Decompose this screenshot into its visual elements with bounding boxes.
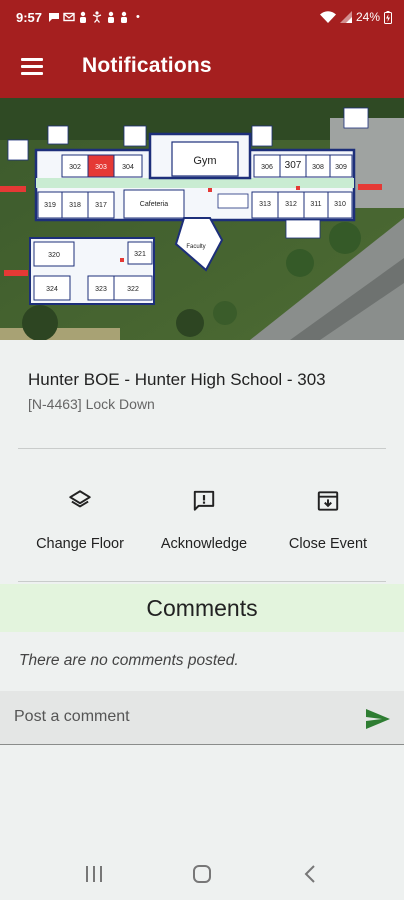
room-label: 310 — [334, 201, 346, 208]
announcement-icon — [193, 490, 215, 511]
page-title: Notifications — [82, 54, 212, 77]
send-icon[interactable] — [364, 707, 392, 731]
accessibility-icon — [92, 11, 102, 23]
cafeteria-label: Cafeteria — [140, 201, 169, 208]
person-icon — [80, 11, 87, 23]
room-label: 313 — [259, 201, 271, 208]
room-label: 306 — [261, 164, 273, 171]
room-label: 319 — [44, 202, 56, 209]
room-label: 302 — [69, 164, 81, 171]
room-label: 307 — [285, 160, 302, 171]
home-button[interactable] — [182, 854, 222, 894]
recent-apps-button[interactable] — [74, 854, 114, 894]
comments-header: Comments — [0, 584, 404, 632]
room-label: 312 — [285, 201, 297, 208]
battery-percent: 24% — [355, 10, 380, 24]
room-label: 321 — [134, 251, 146, 258]
room-label: 322 — [127, 286, 139, 293]
room-label: 304 — [122, 164, 134, 171]
room-label: 303 — [95, 164, 107, 171]
person-icon — [108, 11, 115, 23]
hamburger-icon — [21, 58, 43, 75]
more-notifications-dot: • — [136, 11, 140, 23]
room-label: 311 — [310, 201, 321, 208]
divider — [18, 448, 386, 449]
app-bar: Notifications — [0, 34, 404, 98]
faculty-label: Faculty — [186, 244, 205, 250]
status-time: 9:57 — [16, 9, 43, 25]
room-label: 308 — [312, 164, 324, 171]
room-label: 318 — [69, 202, 81, 209]
signal-icon — [339, 11, 352, 23]
status-bar: 9:57 • 24% — [0, 0, 404, 34]
home-icon — [193, 865, 211, 883]
back-icon — [304, 865, 315, 883]
room-label: 320 — [48, 252, 60, 259]
system-nav-bar — [0, 848, 404, 900]
change-floor-button[interactable]: Change Floor — [18, 480, 142, 570]
notification-icons: • — [48, 11, 140, 23]
acknowledge-button[interactable]: Acknowledge — [142, 480, 266, 570]
floor-plan-map[interactable]: Gym 302 303 304 306 307 308 309 319 318 … — [0, 98, 404, 340]
wifi-icon — [319, 11, 336, 23]
comment-composer — [0, 691, 404, 745]
change-floor-label: Change Floor — [36, 536, 124, 552]
school-location: Hunter BOE - Hunter High School - 303 — [28, 370, 326, 389]
menu-button[interactable] — [0, 34, 64, 98]
empty-comments-message: There are no comments posted. — [19, 652, 239, 669]
battery-charging-icon — [384, 10, 392, 24]
floor-plan-svg: Gym 302 303 304 306 307 308 309 319 318 … — [0, 98, 404, 340]
close-event-button[interactable]: Close Event — [266, 480, 390, 570]
room-label: 324 — [46, 286, 58, 293]
gym-label: Gym — [193, 155, 216, 167]
chat-bubble-icon — [49, 13, 60, 22]
archive-icon — [317, 491, 339, 511]
room-label: 323 — [95, 286, 107, 293]
mail-icon — [63, 12, 75, 22]
notification-details: Hunter BOE - Hunter High School - 303 [N… — [0, 340, 404, 584]
event-id: [N-4463] Lock Down — [28, 396, 155, 412]
acknowledge-label: Acknowledge — [160, 536, 248, 552]
close-event-label: Close Event — [288, 536, 368, 552]
divider — [18, 581, 386, 582]
room-label: 309 — [335, 164, 347, 171]
person-icon — [121, 11, 128, 23]
layers-icon — [69, 490, 91, 508]
recents-icon — [86, 866, 102, 882]
back-button[interactable] — [290, 854, 330, 894]
room-label: 317 — [95, 202, 107, 209]
comment-input[interactable] — [14, 705, 344, 729]
action-bar: Change Floor Acknowledge Close Event — [0, 480, 404, 570]
